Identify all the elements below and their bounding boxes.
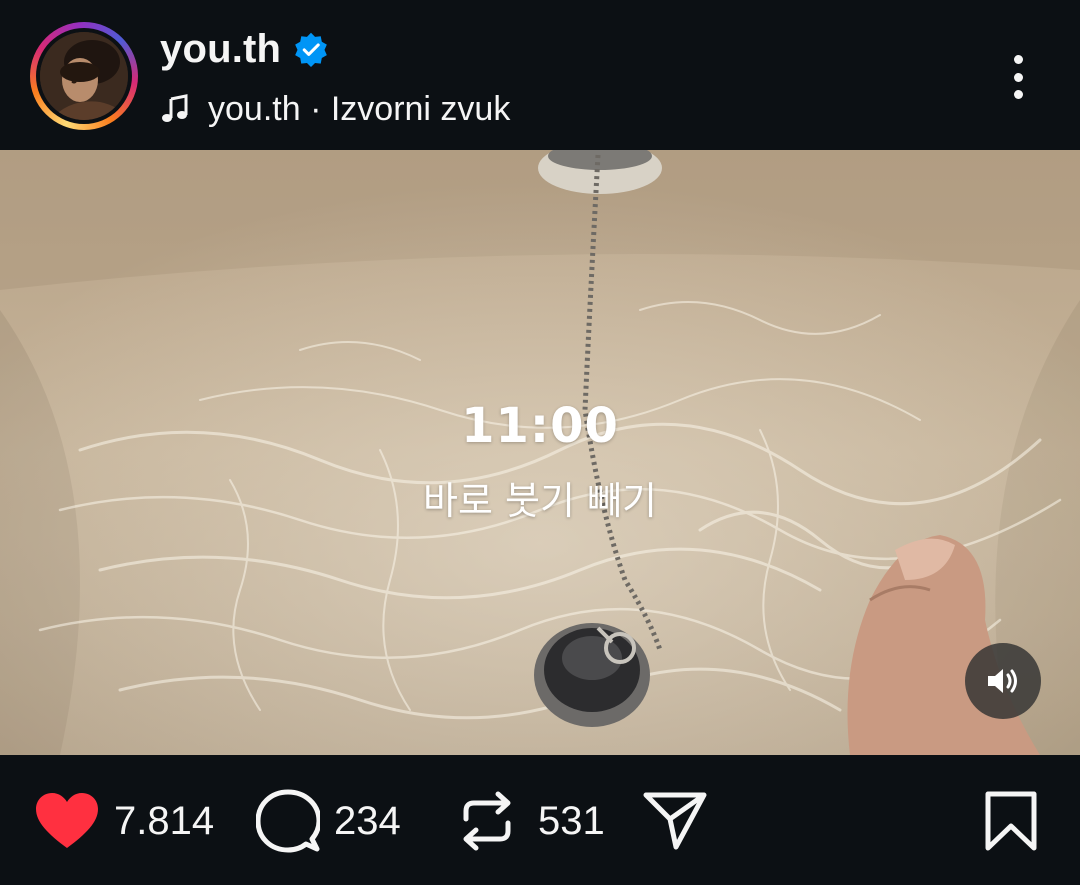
like-count[interactable]: 7.814	[114, 799, 214, 844]
avatar-image	[40, 32, 128, 120]
more-options-button[interactable]	[1000, 52, 1036, 102]
video-overlay-caption: 바로 붓기 빼기	[423, 479, 657, 523]
audio-label[interactable]: you.th · Izvorni zvuk	[208, 90, 510, 129]
audio-row[interactable]: you.th · Izvorni zvuk	[160, 88, 510, 130]
send-icon[interactable]	[642, 789, 708, 853]
repost-count[interactable]: 531	[538, 799, 605, 844]
repost-action: 531	[458, 789, 605, 853]
avatar-frame	[36, 28, 132, 124]
repost-icon[interactable]	[458, 789, 516, 853]
music-note-icon	[162, 94, 188, 122]
comment-count[interactable]: 234	[334, 799, 401, 844]
avatar[interactable]	[40, 32, 128, 120]
story-ring[interactable]	[30, 22, 138, 130]
username-row: you.th	[160, 26, 329, 72]
comment-icon[interactable]	[256, 789, 320, 853]
post-actions-bar: 7.814 234 531	[0, 755, 1080, 885]
speaker-on-icon	[988, 669, 1017, 693]
like-action: 7.814	[34, 789, 214, 853]
more-vertical-icon-dot	[1013, 72, 1023, 82]
sound-toggle-button[interactable]	[965, 643, 1041, 719]
share-action	[642, 789, 708, 853]
username[interactable]: you.th	[160, 27, 281, 72]
save-action	[984, 789, 1038, 853]
more-vertical-icon-dot	[1013, 90, 1023, 99]
post-header: you.th you.th · Izvorni zvuk	[0, 0, 1080, 150]
comment-action: 234	[256, 789, 401, 853]
video-player[interactable]: 11:00 바로 붓기 빼기	[0, 150, 1080, 755]
verified-badge-icon	[295, 32, 328, 67]
bookmark-icon[interactable]	[984, 790, 1038, 852]
heart-icon[interactable]	[34, 792, 100, 850]
video-overlay-time: 11:00	[461, 398, 619, 454]
more-vertical-icon-dot	[1013, 55, 1023, 64]
